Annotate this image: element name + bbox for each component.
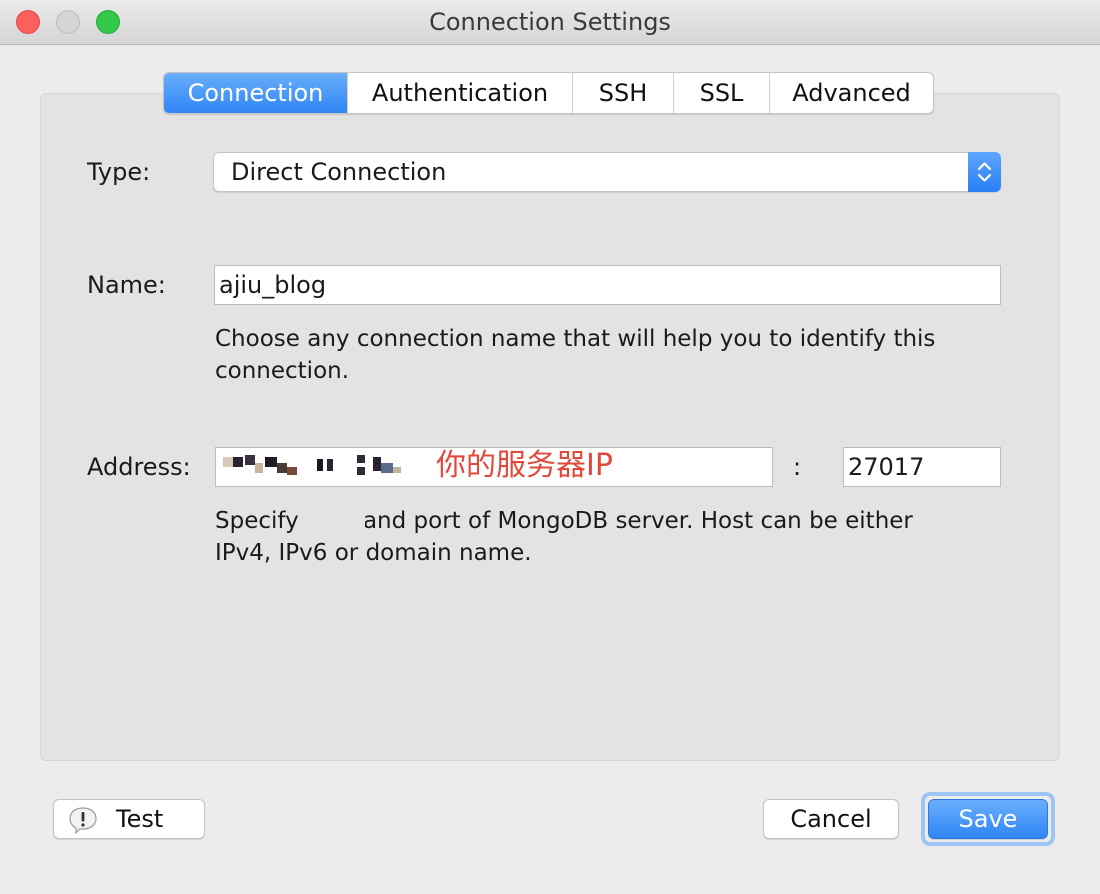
name-label: Name:: [87, 271, 166, 299]
select-stepper-icon: [968, 152, 1001, 192]
settings-panel: [40, 93, 1060, 761]
redacted-help-fragment: [303, 506, 365, 538]
tab-advanced[interactable]: Advanced: [769, 73, 933, 113]
type-label: Type:: [87, 158, 151, 186]
tab-bar: Connection Authentication SSH SSL Advanc…: [163, 72, 934, 114]
name-help-text: Choose any connection name that will hel…: [215, 326, 936, 384]
save-button[interactable]: Save: [928, 799, 1048, 839]
tab-ssl[interactable]: SSL: [673, 73, 769, 113]
tab-connection[interactable]: Connection: [164, 73, 347, 113]
type-select-value: Direct Connection: [231, 158, 447, 186]
title-bar: Connection Settings: [0, 0, 1100, 45]
server-ip-annotation: 你的服务器IP: [436, 448, 613, 483]
window-title: Connection Settings: [429, 8, 671, 36]
warning-icon: [68, 806, 98, 845]
cancel-button[interactable]: Cancel: [763, 799, 899, 839]
type-select[interactable]: Direct Connection: [213, 152, 1001, 192]
redacted-host-value: [217, 449, 407, 485]
tab-authentication[interactable]: Authentication: [347, 73, 572, 113]
name-input[interactable]: ajiu_blog: [214, 265, 1001, 305]
connection-settings-window: Connection Settings Connection Authentic…: [0, 0, 1100, 894]
address-help-line-2: IPv4, IPv6 or domain name.: [215, 540, 532, 566]
host-port-separator: :: [793, 453, 802, 481]
address-label: Address:: [87, 453, 191, 481]
test-button-label: Test: [116, 805, 164, 833]
test-button[interactable]: Test: [53, 799, 205, 839]
port-input[interactable]: 27017: [843, 447, 1001, 487]
tab-ssh[interactable]: SSH: [572, 73, 673, 113]
